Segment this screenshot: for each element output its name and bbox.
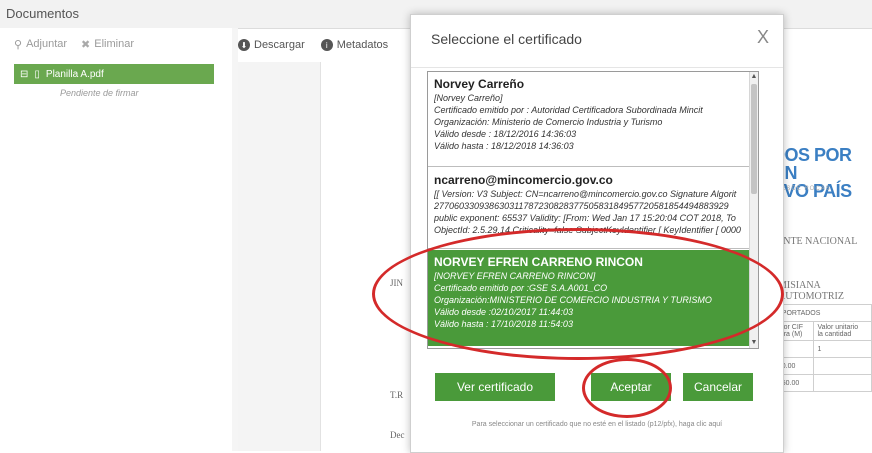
logo-subtitle: DESDE ROCAS: [776, 186, 831, 192]
document-table: IMPORTADOS Valor CIF Mora (M) Valor unita…: [769, 304, 872, 392]
certificate-item-selected[interactable]: NORVEY EFREN CARRENO RINCON [NORVEY EFRE…: [428, 250, 750, 346]
close-icon[interactable]: X: [757, 27, 769, 48]
footer-note-link[interactable]: Para seleccionar un certificado que no e…: [411, 421, 783, 428]
delete-x-icon: ✖: [81, 38, 91, 51]
metadata-button[interactable]: i Metadatos: [320, 39, 389, 51]
document-heading-1: ANTE NACIONAL: [776, 236, 858, 247]
certificate-detail: Organización: Ministerio de Comercio Ind…: [434, 117, 663, 127]
documents-panel: ⚲ Adjuntar ✖ Eliminar ⊟ ▯ Planilla A.pdf…: [0, 28, 233, 451]
certificate-detail: Válido desde : 18/12/2016 14:36:03: [434, 129, 577, 139]
certificate-detail: Organización:MINISTERIO DE COMERCIO INDU…: [434, 295, 712, 305]
tree-toggle-icon[interactable]: ⊟: [20, 69, 28, 80]
download-label: Descargar: [254, 39, 305, 51]
scroll-thumb[interactable]: [751, 84, 757, 194]
document-fragment-1: JIN: [390, 278, 403, 288]
table-row: $00.00: [769, 357, 872, 375]
certificate-list[interactable]: Norvey Carreño [Norvey Carreño] Certific…: [427, 71, 759, 349]
file-status: Pendiente de firmar: [60, 88, 139, 98]
certificate-detail: Válido hasta : 18/12/2018 14:36:03: [434, 141, 574, 151]
certificate-detail: public exponent: 65537 Validity: [From: …: [434, 213, 736, 223]
certificate-detail: Válido hasta : 17/10/2018 11:54:03: [434, 319, 573, 329]
window-title: Documentos: [6, 6, 79, 21]
table-header: IMPORTADOS: [770, 304, 872, 322]
certificate-name: ncarreno@mincomercio.gov.co: [434, 173, 613, 187]
table-row: $250.00: [769, 374, 872, 392]
certificate-detail: ObjectId: 2.5.29.14 Criticality=false Su…: [434, 225, 741, 235]
table-row: 1 1: [769, 340, 872, 358]
certificate-dialog: Seleccione el certificado X Norvey Carre…: [410, 14, 784, 453]
certificate-detail: Válido desde :02/10/2017 11:44:03: [434, 307, 573, 317]
accept-button[interactable]: Aceptar: [591, 373, 671, 401]
attach-button[interactable]: ⚲ Adjuntar: [14, 38, 67, 51]
document-heading-2: MISIANA AUTOMOTRIZ: [778, 280, 844, 302]
document-fragment-3: Dec: [390, 430, 405, 440]
paperclip-icon: ⚲: [14, 38, 23, 51]
download-button[interactable]: ⬇ Descargar: [238, 39, 305, 51]
certificate-detail: [NORVEY EFREN CARRENO RINCON]: [434, 271, 596, 281]
certificate-name: NORVEY EFREN CARRENO RINCON: [434, 255, 643, 269]
certificate-detail: 2770603309386303117872308283775058318495…: [434, 201, 729, 211]
document-fragment-2: T.R: [390, 390, 404, 400]
view-certificate-button[interactable]: Ver certificado: [435, 373, 555, 401]
certificate-item[interactable]: Norvey Carreño [Norvey Carreño] Certific…: [428, 72, 750, 156]
left-toolbar: ⚲ Adjuntar ✖ Eliminar: [0, 28, 232, 60]
scroll-down-icon[interactable]: ▼: [750, 338, 758, 348]
certificate-detail: [[ Version: V3 Subject: CN=ncarreno@minc…: [434, 189, 737, 199]
file-name: Planilla A.pdf: [45, 68, 104, 80]
delete-button[interactable]: ✖ Eliminar: [81, 38, 134, 51]
pdf-file-icon: ▯: [34, 68, 40, 80]
certificate-divider: [428, 166, 750, 167]
download-icon: ⬇: [238, 39, 250, 51]
certificate-divider: [428, 248, 750, 249]
attach-label: Adjuntar: [26, 38, 68, 50]
cancel-button[interactable]: Cancelar: [683, 373, 753, 401]
certificate-detail: Certificado emitido por : Autoridad Cert…: [434, 105, 703, 115]
delete-label: Eliminar: [94, 38, 134, 50]
logo-line-1: DOS POR UN: [772, 145, 852, 183]
certificate-name: Norvey Carreño: [434, 77, 525, 91]
certificate-detail: [Norvey Carreño]: [434, 93, 503, 103]
list-scrollbar[interactable]: ▲ ▼: [749, 72, 758, 348]
certificate-item[interactable]: ncarreno@mincomercio.gov.co [[ Version: …: [428, 168, 750, 240]
scroll-up-icon[interactable]: ▲: [750, 72, 758, 82]
info-icon: i: [320, 39, 333, 51]
file-list-item[interactable]: ⊟ ▯ Planilla A.pdf: [14, 64, 214, 84]
table-col-2: Valor unitario la cantidad: [813, 321, 872, 341]
certificate-detail: Certificado emitido por :GSE S.A.A001_CO: [434, 283, 608, 293]
dialog-divider: [411, 67, 783, 68]
dialog-title: Seleccione el certificado: [431, 31, 582, 47]
metadata-label: Metadatos: [336, 39, 389, 51]
